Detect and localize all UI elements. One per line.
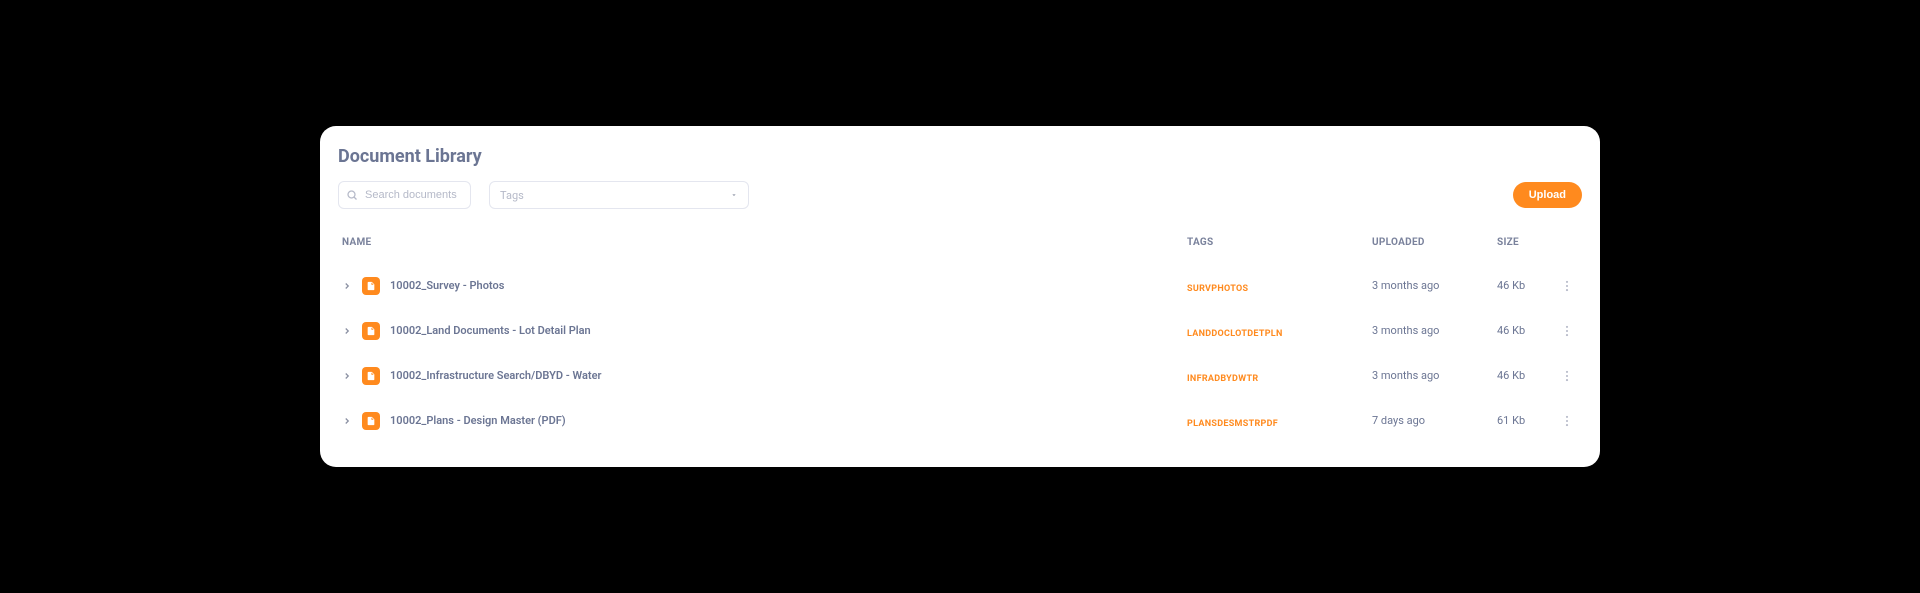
row-name-cell: 10002_Survey - Photos xyxy=(342,277,1187,295)
row-size-cell: 46 Kb xyxy=(1497,279,1557,292)
more-vertical-icon[interactable] xyxy=(1560,324,1574,338)
row-uploaded-cell: 3 months ago xyxy=(1372,324,1497,337)
file-icon xyxy=(362,277,380,295)
file-name[interactable]: 10002_Infrastructure Search/DBYD - Water xyxy=(390,369,601,382)
row-tags-cell: SURVPHOTOS xyxy=(1187,276,1372,295)
tag-badge: SURVPHOTOS xyxy=(1187,284,1248,294)
tag-badge: PLANSDESMSTRPDF xyxy=(1187,419,1278,429)
chevron-down-icon xyxy=(730,191,738,199)
chevron-right-icon[interactable] xyxy=(342,281,352,291)
chevron-right-icon[interactable] xyxy=(342,416,352,426)
chevron-right-icon[interactable] xyxy=(342,326,352,336)
file-name[interactable]: 10002_Survey - Photos xyxy=(390,279,504,292)
row-size-cell: 46 Kb xyxy=(1497,324,1557,337)
search-wrapper xyxy=(338,181,471,209)
table-row: 10002_Plans - Design Master (PDF) PLANSD… xyxy=(338,398,1582,443)
column-header-tags: TAGS xyxy=(1187,237,1372,248)
page-title: Document Library xyxy=(338,146,1582,167)
row-actions-cell xyxy=(1557,324,1577,338)
row-uploaded-cell: 7 days ago xyxy=(1372,414,1497,427)
row-uploaded-cell: 3 months ago xyxy=(1372,279,1497,292)
row-name-cell: 10002_Land Documents - Lot Detail Plan xyxy=(342,322,1187,340)
document-library-card: Document Library Tags Upload NAME TAGS U… xyxy=(320,126,1600,467)
row-size-cell: 61 Kb xyxy=(1497,414,1557,427)
more-vertical-icon[interactable] xyxy=(1560,279,1574,293)
row-name-cell: 10002_Infrastructure Search/DBYD - Water xyxy=(342,367,1187,385)
row-name-cell: 10002_Plans - Design Master (PDF) xyxy=(342,412,1187,430)
file-icon xyxy=(362,367,380,385)
row-actions-cell xyxy=(1557,414,1577,428)
column-header-name: NAME xyxy=(342,237,1187,248)
tag-badge: LANDDOCLOTDETPLN xyxy=(1187,329,1283,339)
row-tags-cell: LANDDOCLOTDETPLN xyxy=(1187,321,1372,340)
column-header-uploaded: UPLOADED xyxy=(1372,237,1497,248)
upload-button[interactable]: Upload xyxy=(1513,182,1582,208)
tags-filter-placeholder: Tags xyxy=(500,189,524,202)
chevron-right-icon[interactable] xyxy=(342,371,352,381)
file-name[interactable]: 10002_Plans - Design Master (PDF) xyxy=(390,414,566,427)
row-size-cell: 46 Kb xyxy=(1497,369,1557,382)
column-header-size: SIZE xyxy=(1497,237,1557,248)
toolbar: Tags Upload xyxy=(338,181,1582,209)
more-vertical-icon[interactable] xyxy=(1560,369,1574,383)
row-tags-cell: INFRADBYDWTR xyxy=(1187,366,1372,385)
file-icon xyxy=(362,322,380,340)
more-vertical-icon[interactable] xyxy=(1560,414,1574,428)
table-row: 10002_Infrastructure Search/DBYD - Water… xyxy=(338,353,1582,398)
row-actions-cell xyxy=(1557,369,1577,383)
tag-badge: INFRADBYDWTR xyxy=(1187,374,1258,384)
file-name[interactable]: 10002_Land Documents - Lot Detail Plan xyxy=(390,324,591,337)
row-uploaded-cell: 3 months ago xyxy=(1372,369,1497,382)
search-icon xyxy=(346,189,358,201)
row-actions-cell xyxy=(1557,279,1577,293)
table-row: 10002_Survey - Photos SURVPHOTOS 3 month… xyxy=(338,263,1582,308)
table-header: NAME TAGS UPLOADED SIZE xyxy=(338,237,1582,263)
row-tags-cell: PLANSDESMSTRPDF xyxy=(1187,411,1372,430)
file-icon xyxy=(362,412,380,430)
tags-filter-select[interactable]: Tags xyxy=(489,181,749,209)
table-row: 10002_Land Documents - Lot Detail Plan L… xyxy=(338,308,1582,353)
